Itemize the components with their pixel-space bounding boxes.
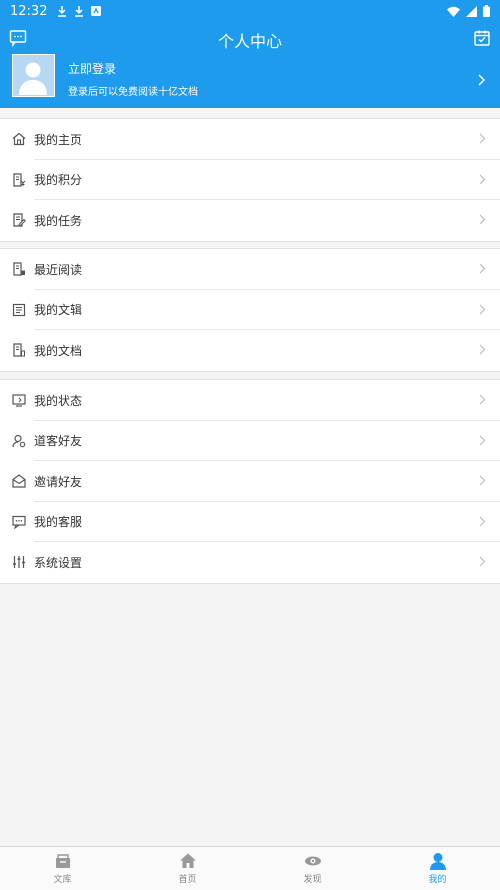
tab-label: 发现 — [303, 875, 322, 885]
home-icon — [179, 853, 196, 868]
status-icon — [12, 394, 26, 407]
menu-item-invite-friends[interactable]: 邀请好友 — [0, 461, 500, 502]
invite-envelope-icon — [12, 474, 26, 488]
avatar[interactable] — [12, 54, 55, 97]
chevron-right-icon — [479, 435, 486, 445]
menu-item-label: 最近阅读 — [34, 262, 83, 277]
settings-sliders-icon — [13, 556, 25, 569]
menu-group-3: 我的状态 道客好友 邀请好友 我的客服 系统设置 — [0, 379, 500, 584]
home-outline-icon — [12, 132, 26, 146]
menu-group-1: 我的主页 我的积分 我的任务 — [0, 118, 500, 242]
tab-label: 首页 — [178, 875, 197, 885]
chevron-right-icon — [479, 475, 486, 486]
menu-item-label: 邀请好友 — [34, 474, 83, 489]
calendar-check-icon[interactable] — [473, 29, 491, 47]
menu-item-system-settings[interactable]: 系统设置 — [0, 542, 500, 583]
task-edit-icon — [13, 213, 26, 227]
chevron-right-icon — [479, 556, 486, 567]
bottom-tab-bar: 文库 首页 发现 我的 — [0, 846, 500, 890]
menu-item-label: 我的积分 — [34, 173, 83, 188]
chevron-right-icon — [479, 516, 486, 526]
login-button[interactable]: 立即登录 — [68, 60, 116, 77]
tab-label: 我的 — [428, 875, 447, 885]
chevron-right-icon — [479, 263, 486, 274]
status-time: 12:32 — [10, 3, 48, 19]
default-avatar-icon — [13, 55, 53, 95]
menu-item-label: 系统设置 — [34, 555, 83, 570]
chevron-right-icon — [479, 344, 486, 355]
menu-item-label: 我的任务 — [34, 213, 83, 228]
user-icon — [429, 853, 446, 870]
menu-item-doc88-friends[interactable]: 道客好友 — [0, 421, 500, 462]
page-title: 个人中心 — [217, 32, 282, 51]
customer-service-icon — [12, 515, 26, 529]
chevron-right-icon — [479, 394, 486, 405]
friend-icon — [12, 434, 26, 448]
menu-item-customer-service[interactable]: 我的客服 — [0, 502, 500, 543]
collection-icon — [12, 303, 26, 316]
menu-item-label: 我的文档 — [34, 343, 83, 358]
tab-mine[interactable]: 我的 — [375, 847, 500, 890]
menu-item-my-points[interactable]: 我的积分 — [0, 160, 500, 201]
profile-login-row[interactable]: 立即登录 登录后可以免费阅读十亿文档 — [0, 54, 500, 108]
menu-item-my-homepage[interactable]: 我的主页 — [0, 119, 500, 160]
download-icon — [75, 5, 84, 17]
app-notification-icon — [91, 6, 102, 16]
menu-item-my-tasks[interactable]: 我的任务 — [0, 200, 500, 241]
menu-item-label: 道客好友 — [34, 434, 83, 449]
menu-item-label: 我的状态 — [34, 393, 83, 408]
library-icon — [55, 854, 70, 868]
menu-item-my-status[interactable]: 我的状态 — [0, 380, 500, 421]
battery-icon — [483, 5, 490, 17]
wifi-icon — [447, 6, 460, 17]
tab-discover[interactable]: 发现 — [250, 847, 375, 890]
discover-icon — [304, 856, 321, 866]
signal-icon — [466, 5, 477, 17]
menu-item-label: 我的客服 — [34, 515, 83, 530]
points-doc-icon — [13, 173, 26, 187]
menu-group-2: 最近阅读 我的文辑 我的文档 — [0, 248, 500, 372]
tab-label: 文库 — [53, 875, 72, 885]
chevron-right-icon — [479, 214, 486, 225]
tab-library[interactable]: 文库 — [0, 847, 125, 890]
menu-item-label: 我的文辑 — [34, 303, 83, 318]
status-bar: 12:32 — [0, 0, 500, 22]
login-subtitle: 登录后可以免费阅读十亿文档 — [68, 87, 198, 98]
chevron-right-icon — [478, 74, 486, 86]
menu-item-my-documents[interactable]: 我的文档 — [0, 330, 500, 371]
menu-item-my-collections[interactable]: 我的文辑 — [0, 290, 500, 331]
download-icon — [58, 5, 67, 17]
menu-item-recent-reading[interactable]: 最近阅读 — [0, 249, 500, 290]
chevron-right-icon — [479, 304, 486, 314]
tab-home[interactable]: 首页 — [125, 847, 250, 890]
chevron-right-icon — [479, 133, 486, 144]
chevron-right-icon — [479, 174, 486, 184]
document-icon — [13, 343, 25, 357]
menu-item-label: 我的主页 — [34, 132, 83, 147]
recent-read-icon — [13, 262, 25, 276]
